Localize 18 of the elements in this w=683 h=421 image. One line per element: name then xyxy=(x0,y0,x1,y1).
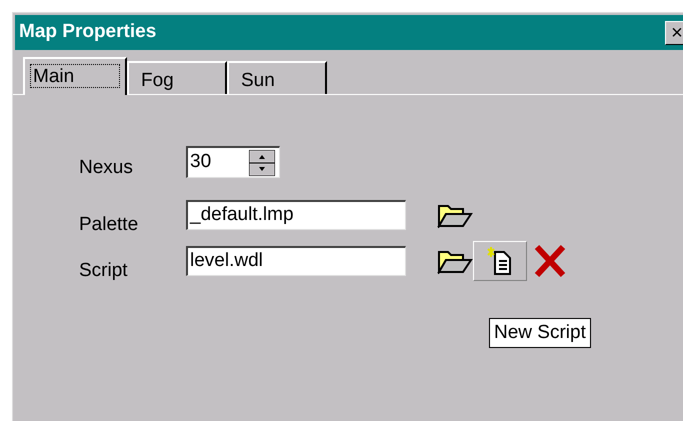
open-folder-icon[interactable] xyxy=(437,202,473,228)
new-script-button[interactable] xyxy=(473,241,527,281)
close-button[interactable]: × xyxy=(665,20,683,44)
tooltip: New Script xyxy=(489,318,591,348)
open-folder-icon[interactable] xyxy=(437,248,473,274)
spinner-arrows-icon[interactable] xyxy=(249,150,275,176)
text-field[interactable]: level.wdl xyxy=(186,246,406,276)
delete-icon[interactable] xyxy=(533,244,567,278)
text-field[interactable]: _default.lmp xyxy=(186,200,406,230)
tab[interactable]: Main xyxy=(23,57,127,95)
tab[interactable]: Fog xyxy=(127,61,227,94)
script-label: Script xyxy=(79,258,129,283)
window-title: Map Properties xyxy=(19,20,156,44)
spinner-value: 30 xyxy=(189,150,212,174)
number-spinner[interactable]: 30 xyxy=(186,146,280,178)
tab[interactable]: Sun xyxy=(227,61,327,94)
nexus-label: Nexus xyxy=(79,156,134,180)
palette-label: Palette xyxy=(79,212,140,237)
